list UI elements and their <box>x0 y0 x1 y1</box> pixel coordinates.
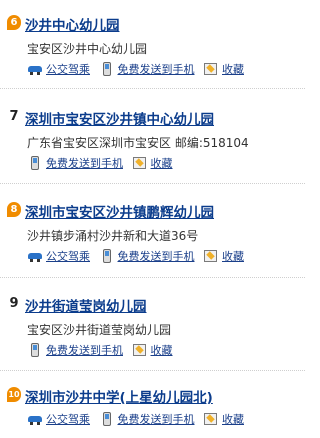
car-icon <box>27 62 43 76</box>
result-address: 沙井镇步涌村沙井新和大道36号 <box>27 229 199 243</box>
phone-icon <box>99 249 115 263</box>
favorite-link[interactable]: 收藏 <box>203 61 244 77</box>
favorite-icon <box>203 412 219 426</box>
result-title-link[interactable]: 沙井街道莹岗幼儿园 <box>25 295 147 315</box>
transit-link[interactable]: 公交驾乘 <box>27 61 90 77</box>
result-address: 宝安区沙井中心幼儿园 <box>27 42 148 56</box>
divider <box>0 277 305 278</box>
divider <box>0 88 305 89</box>
result-address: 宝安区沙井街道莹岗幼儿园 <box>27 323 172 337</box>
send-to-phone-link[interactable]: 免费发送到手机 <box>99 411 195 427</box>
divider <box>0 183 305 184</box>
result-item: 8 深圳市宝安区沙井镇鹏辉幼儿园 沙井镇步涌村沙井新和大道36号 公交驾乘 免费… <box>0 193 305 273</box>
send-to-phone-link[interactable]: 免费发送到手机 <box>99 61 195 77</box>
phone-icon <box>27 343 43 357</box>
result-actions: 公交驾乘 免费发送到手机 收藏 <box>27 248 249 266</box>
favorite-link[interactable]: 收藏 <box>203 411 244 427</box>
transit-link[interactable]: 公交驾乘 <box>27 248 90 264</box>
result-title-link[interactable]: 深圳市沙井中学(上星幼儿园北) <box>25 386 213 406</box>
favorite-icon <box>132 343 148 357</box>
result-title-link[interactable]: 沙井中心幼儿园 <box>25 14 120 34</box>
car-icon <box>27 249 43 263</box>
favorite-icon <box>132 156 148 170</box>
send-to-phone-link[interactable]: 免费发送到手机 <box>27 342 123 358</box>
favorite-icon <box>203 249 219 263</box>
result-number-badge: 6 <box>7 15 21 30</box>
send-to-phone-link[interactable]: 免费发送到手机 <box>27 155 123 171</box>
favorite-link[interactable]: 收藏 <box>132 342 173 358</box>
favorite-icon <box>203 62 219 76</box>
result-number: 7 <box>9 109 19 124</box>
result-actions: 免费发送到手机 收藏 <box>27 342 178 360</box>
result-number: 9 <box>9 296 19 311</box>
result-actions: 公交驾乘 免费发送到手机 收藏 <box>27 411 249 429</box>
phone-icon <box>27 156 43 170</box>
send-to-phone-link[interactable]: 免费发送到手机 <box>99 248 195 264</box>
result-item: 9 沙井街道莹岗幼儿园 宝安区沙井街道莹岗幼儿园 免费发送到手机 收藏 <box>0 287 305 367</box>
divider <box>0 370 305 371</box>
transit-link[interactable]: 公交驾乘 <box>27 411 90 427</box>
result-actions: 免费发送到手机 收藏 <box>27 155 178 173</box>
result-address: 广东省宝安区深圳市宝安区 邮编:518104 <box>27 136 249 150</box>
result-number-badge: 8 <box>7 202 21 217</box>
favorite-link[interactable]: 收藏 <box>203 248 244 264</box>
car-icon <box>27 412 43 426</box>
result-item: 6 沙井中心幼儿园 宝安区沙井中心幼儿园 公交驾乘 免费发送到手机 收藏 <box>0 6 305 86</box>
result-item: 10 深圳市沙井中学(上星幼儿园北) 公交驾乘 免费发送到手机 收藏 <box>0 378 305 438</box>
result-title-link[interactable]: 深圳市宝安区沙井镇鹏辉幼儿园 <box>25 201 214 221</box>
result-number-badge: 10 <box>7 387 21 402</box>
phone-icon <box>99 62 115 76</box>
favorite-link[interactable]: 收藏 <box>132 155 173 171</box>
result-item: 7 深圳市宝安区沙井镇中心幼儿园 广东省宝安区深圳市宝安区 邮编:518104 … <box>0 100 305 180</box>
result-title-link[interactable]: 深圳市宝安区沙井镇中心幼儿园 <box>25 108 214 128</box>
phone-icon <box>99 412 115 426</box>
result-actions: 公交驾乘 免费发送到手机 收藏 <box>27 61 249 79</box>
